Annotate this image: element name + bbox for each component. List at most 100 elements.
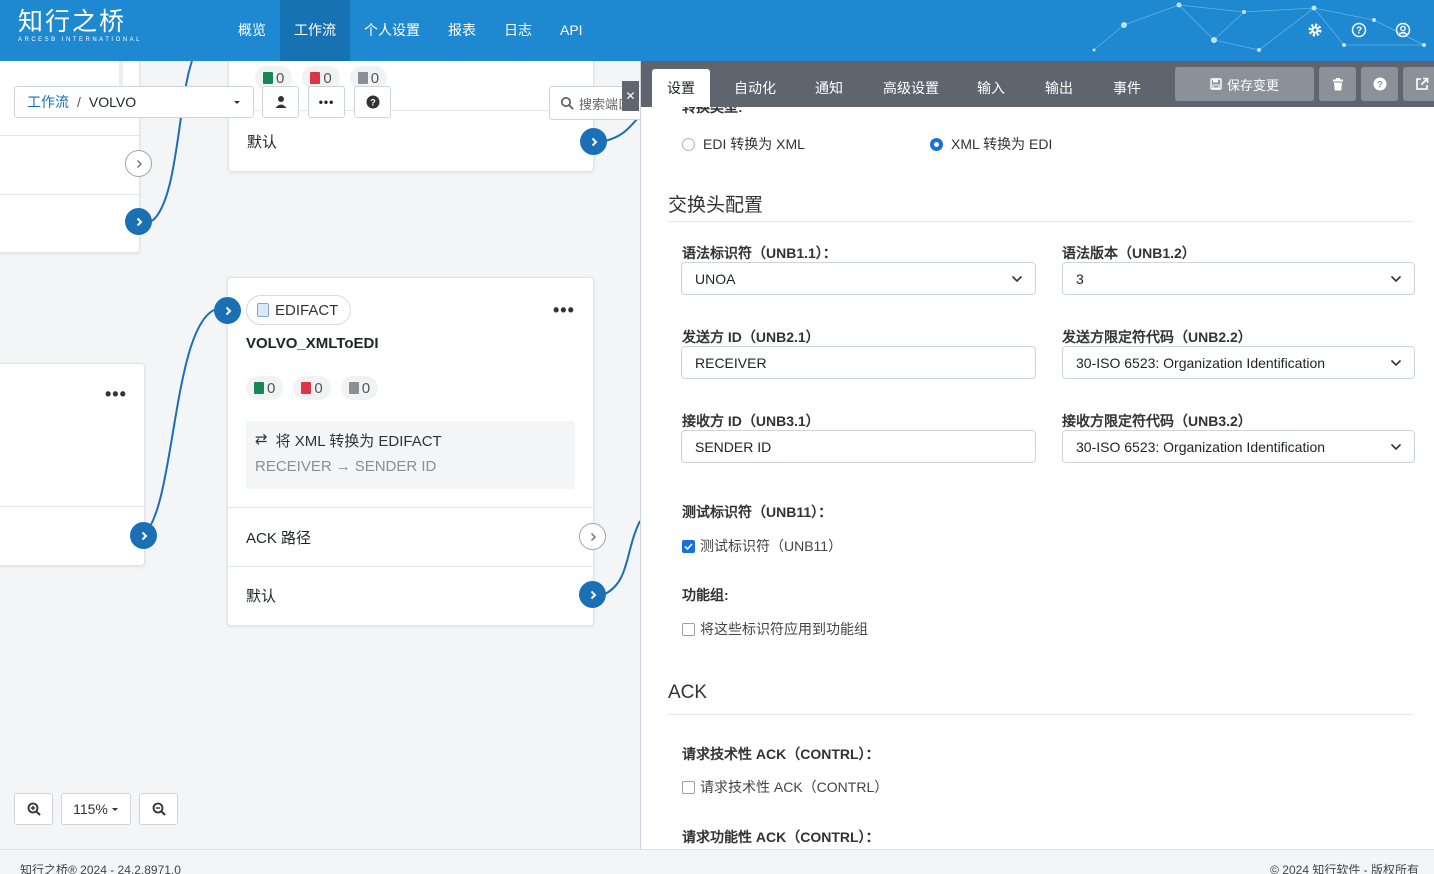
unb11-value: UNOA <box>695 270 736 287</box>
zoom-level-dropdown[interactable]: 115% <box>61 793 131 825</box>
test-indicator-checkbox[interactable]: 测试标识符（UNB11） <box>682 536 842 556</box>
workflow-card-left-bottom[interactable]: ••• <box>0 363 145 566</box>
checkbox-label: 请求技术性 ACK（CONTRL） <box>700 779 889 795</box>
ack-port-empty[interactable] <box>579 523 606 550</box>
nav-logs[interactable]: 日志 <box>490 0 546 61</box>
mapping-to: SENDER ID <box>354 458 437 475</box>
svg-text:?: ? <box>370 98 376 108</box>
card-menu-icon[interactable]: ••• <box>553 300 575 321</box>
checkbox[interactable] <box>682 780 695 794</box>
radio-xml-to-edi[interactable]: XML 转换为 EDI <box>930 134 1052 154</box>
footer-copyright: © 2024 知行软件 - 版权所有 <box>1270 863 1419 874</box>
workflow-canvas[interactable]: ••• 0 0 0 默认 EDIFACT ••• VOLVO_XMLToEDI … <box>0 61 640 849</box>
help-button[interactable]: ? <box>1361 67 1398 101</box>
swap-icon: ⇄ <box>255 431 268 448</box>
output-port[interactable] <box>130 522 157 549</box>
input-port[interactable] <box>214 297 241 324</box>
checkbox-label: 测试标识符（UNB11） <box>700 538 843 554</box>
unb21-label: 发送方 ID（UNB2.1） <box>682 329 820 345</box>
connector-type: EDIFACT <box>275 301 339 319</box>
caret-down-icon <box>111 808 118 811</box>
help-icon[interactable]: ? <box>1348 19 1370 41</box>
brand-logo[interactable]: 知行之桥 ARCESB INTERNATIONAL <box>18 8 142 44</box>
ack-route-label: ACK 路径 <box>246 530 312 547</box>
open-external-button[interactable] <box>1403 67 1434 101</box>
unb21-input[interactable]: RECEIVER <box>681 346 1036 379</box>
checkbox-checked[interactable] <box>682 539 695 553</box>
nav-profile[interactable]: 个人设置 <box>350 0 434 61</box>
chevron-down-icon <box>1390 443 1402 451</box>
tab-settings[interactable]: 设置 <box>652 69 710 107</box>
unb12-select[interactable]: 3 <box>1062 262 1415 295</box>
save-changes-button[interactable]: 保存变更 <box>1175 67 1314 101</box>
tab-notifications[interactable]: 通知 <box>803 69 855 107</box>
unb11-select[interactable]: UNOA <box>681 262 1036 295</box>
arrow-right-icon: → <box>335 458 351 475</box>
card-menu-icon[interactable]: ••• <box>105 384 127 405</box>
nav-api[interactable]: API <box>546 0 597 61</box>
ack-port-empty[interactable] <box>125 150 152 177</box>
section-divider <box>668 714 1413 715</box>
unb31-input[interactable]: SENDER ID <box>681 430 1036 463</box>
output-port[interactable] <box>579 581 606 608</box>
card-stats: 0 0 0 <box>246 376 379 400</box>
close-panel-button[interactable]: ✕ <box>622 81 639 111</box>
output-port[interactable] <box>580 128 607 155</box>
help-button[interactable]: ? <box>354 86 391 118</box>
tab-events[interactable]: 事件 <box>1103 69 1151 107</box>
card-divider <box>0 194 139 195</box>
zoom-in-button[interactable] <box>14 793 53 825</box>
chevron-down-icon <box>1390 275 1402 283</box>
edifact-icon <box>257 303 269 317</box>
description-line: ⇄ 将 XML 转换为 EDIFACT <box>255 430 442 451</box>
tab-automation[interactable]: 自动化 <box>724 69 786 107</box>
error-count-value: 0 <box>323 69 332 87</box>
nav-workflow[interactable]: 工作流 <box>280 0 350 61</box>
chevron-down-icon <box>1390 359 1402 367</box>
help-icon: ? <box>366 95 379 109</box>
unb22-select[interactable]: 30-ISO 6523: Organization Identification <box>1062 346 1415 379</box>
breadcrumb[interactable]: 工作流 / VOLVO <box>14 86 254 118</box>
description-text: 将 XML 转换为 EDIFACT <box>275 433 442 450</box>
tab-input[interactable]: 输入 <box>967 69 1015 107</box>
unb32-value: 30-ISO 6523: Organization Identification <box>1076 438 1326 455</box>
unb11-label: 语法标识符（UNB1.1）： <box>682 245 837 261</box>
svg-text:?: ? <box>1356 26 1362 37</box>
main-nav: 概览 工作流 个人设置 报表 日志 API <box>224 0 597 61</box>
card-description: ⇄ 将 XML 转换为 EDIFACT RECEIVER → SENDER ID <box>246 421 575 489</box>
radio-edi-to-xml[interactable]: EDI 转换为 XML <box>682 134 805 154</box>
footer: 知行之桥® 2024 - 24.2.8971.0 © 2024 知行软件 - 版… <box>0 849 1434 874</box>
nav-reports[interactable]: 报表 <box>434 0 490 61</box>
card-edge <box>119 61 123 88</box>
panel-tabbar: 设置 自动化 通知 高级设置 输入 输出 事件 保存变更 ? <box>641 61 1434 107</box>
breadcrumb-root[interactable]: 工作流 <box>27 92 69 112</box>
nav-overview[interactable]: 概览 <box>224 0 280 61</box>
success-count: 0 <box>246 376 284 400</box>
unb21-value: RECEIVER <box>695 354 767 371</box>
top-icon-group: ? <box>1304 19 1414 41</box>
output-port[interactable] <box>125 208 152 235</box>
external-link-icon <box>1415 77 1428 90</box>
user-icon[interactable] <box>1392 19 1414 41</box>
unb32-select[interactable]: 30-ISO 6523: Organization Identification <box>1062 430 1415 463</box>
zoom-in-icon <box>27 802 41 816</box>
pending-count-value: 0 <box>361 379 371 397</box>
mapping-from: RECEIVER <box>255 458 332 475</box>
tech-ack-checkbox[interactable]: 请求技术性 ACK（CONTRL） <box>682 777 888 797</box>
search-icon <box>561 97 574 110</box>
zoom-out-button[interactable] <box>139 793 178 825</box>
radio-button-selected[interactable] <box>930 137 943 151</box>
settings-panel: 设置 自动化 通知 高级设置 输入 输出 事件 保存变更 ? 转换类型: EDI… <box>640 61 1434 849</box>
radio-button[interactable] <box>682 137 695 151</box>
func-ack-label: 请求功能性 ACK（CONTRL）： <box>682 829 880 845</box>
delete-button[interactable] <box>1319 67 1356 101</box>
workflow-card-volvo-xmltoedi[interactable]: EDIFACT ••• VOLVO_XMLToEDI 0 0 0 ⇄ 将 XML… <box>227 277 594 626</box>
tab-advanced[interactable]: 高级设置 <box>873 69 949 107</box>
checkbox[interactable] <box>682 622 695 636</box>
user-filter-button[interactable] <box>262 86 299 118</box>
tab-output[interactable]: 输出 <box>1035 69 1083 107</box>
functional-group-checkbox[interactable]: 将这些标识符应用到功能组 <box>682 619 868 639</box>
gear-icon[interactable] <box>1304 19 1326 41</box>
more-options-button[interactable]: ••• <box>308 86 345 118</box>
save-changes-label: 保存变更 <box>1226 77 1279 93</box>
